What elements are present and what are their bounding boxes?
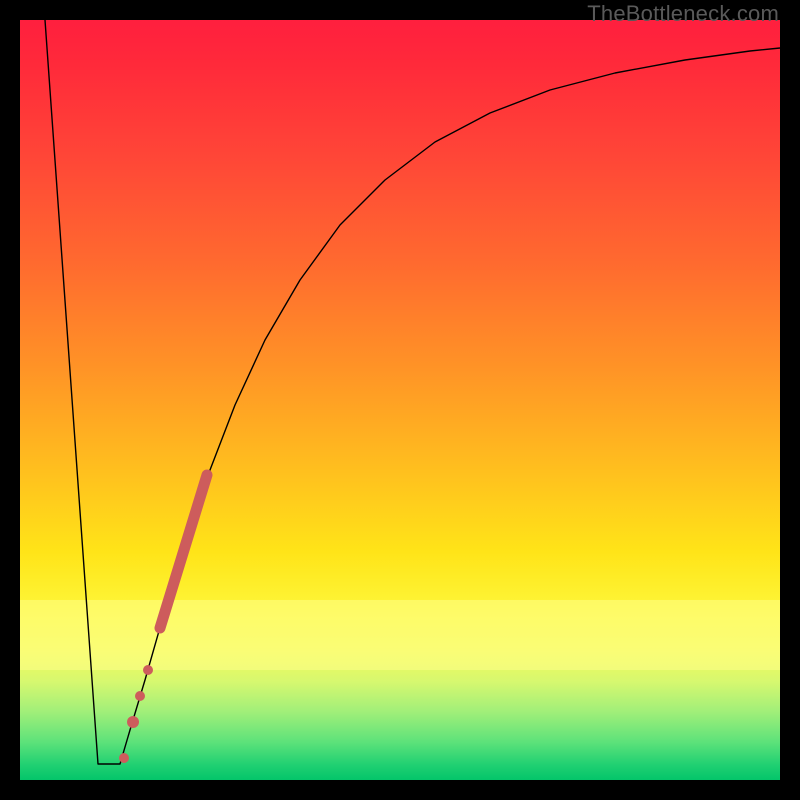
emphasis-segment — [160, 475, 207, 628]
curve-marker-dot — [143, 665, 153, 675]
curve-marker-dot — [119, 753, 129, 763]
curve-marker-dot — [135, 691, 145, 701]
curve-marker-dot — [127, 716, 139, 728]
bottleneck-curve — [45, 20, 780, 764]
chart-stage: TheBottleneck.com — [0, 0, 800, 800]
plot-svg — [20, 20, 780, 780]
watermark-text: TheBottleneck.com — [587, 1, 779, 27]
